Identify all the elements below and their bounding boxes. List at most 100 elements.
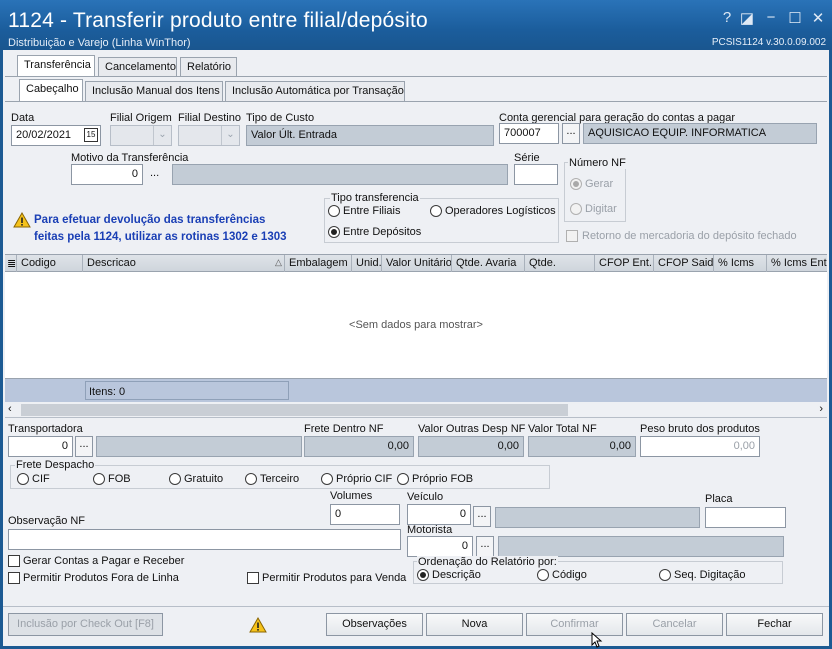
- column-chooser-icon[interactable]: ≣: [5, 255, 17, 272]
- volumes-field[interactable]: 0: [330, 504, 400, 525]
- checkout-button[interactable]: Inclusão por Check Out [F8]: [8, 613, 163, 636]
- frete-fob-label: FOB: [108, 473, 131, 485]
- digitar-label: Digitar: [585, 203, 617, 215]
- conta-code-field[interactable]: 700007: [499, 123, 559, 144]
- frete-gratuito-radio[interactable]: [169, 473, 181, 485]
- peso-bruto-field[interactable]: 0,00: [640, 436, 760, 457]
- calendar-icon[interactable]: 15: [84, 128, 98, 142]
- warning-icon: [249, 617, 267, 633]
- nova-button[interactable]: Nova: [426, 613, 523, 636]
- frete-cif-radio[interactable]: [17, 473, 29, 485]
- frete-terceiro-radio[interactable]: [245, 473, 257, 485]
- volumes-label: Volumes: [330, 490, 373, 502]
- scroll-right-icon[interactable]: ›: [819, 403, 823, 415]
- ordenacao-descricao-radio[interactable]: [417, 569, 429, 581]
- motorista-lookup-button[interactable]: ...: [476, 536, 494, 557]
- data-field[interactable]: 20/02/2021 15: [11, 125, 101, 146]
- motorista-field[interactable]: 0: [407, 536, 473, 557]
- motorista-label: Motorista: [407, 524, 453, 536]
- veiculo-label: Veículo: [407, 491, 444, 503]
- window-subtitle: Distribuição e Varejo (Linha WinThor): [8, 37, 191, 49]
- help-icon[interactable]: ?: [718, 9, 736, 26]
- filial-destino-select[interactable]: ⌄: [178, 125, 240, 146]
- tab-cancelamento[interactable]: Cancelamento: [98, 57, 177, 77]
- filial-origem-select[interactable]: ⌄: [110, 125, 172, 146]
- column-icms-ent[interactable]: % Icms Ent: [767, 255, 827, 272]
- grid-footer: Itens: 0: [5, 378, 827, 402]
- frete-fob-radio[interactable]: [93, 473, 105, 485]
- tab-inclusao-manual[interactable]: Inclusão Manual dos Itens: [85, 81, 223, 101]
- column-unid[interactable]: Unid.: [352, 255, 382, 272]
- column-cfop-said[interactable]: CFOP Said.: [654, 255, 714, 272]
- scroll-left-icon[interactable]: ‹: [8, 403, 12, 415]
- entre-filiais-radio[interactable]: [328, 205, 340, 217]
- permitir-fora-linha-checkbox[interactable]: [8, 572, 20, 584]
- outras-desp-field: 0,00: [418, 436, 524, 457]
- horizontal-scrollbar[interactable]: ‹ ›: [5, 402, 827, 418]
- digitar-radio[interactable]: [570, 203, 582, 215]
- transportadora-lookup-button[interactable]: ...: [75, 436, 93, 457]
- window-title: 1124 - Transferir produto entre filial/d…: [8, 9, 428, 32]
- ordenacao-codigo-radio[interactable]: [537, 569, 549, 581]
- close-icon[interactable]: ✕: [809, 9, 827, 27]
- tab-inclusao-automatica[interactable]: Inclusão Automática por Transação: [225, 81, 405, 101]
- motivo-field[interactable]: 0: [71, 164, 143, 185]
- tab-relatorio[interactable]: Relatório: [180, 57, 237, 77]
- observacoes-button[interactable]: Observações: [326, 613, 423, 636]
- tab-cabecalho[interactable]: Cabeçalho: [19, 79, 83, 101]
- observacao-field[interactable]: [8, 529, 401, 550]
- items-count: Itens: 0: [85, 381, 289, 400]
- gerar-radio[interactable]: [570, 178, 582, 190]
- fechar-button[interactable]: Fechar: [726, 613, 823, 636]
- tipo-transferencia-label: Tipo transferencia: [330, 192, 420, 204]
- frete-proprio-fob-radio[interactable]: [397, 473, 409, 485]
- motivo-desc-field: [172, 164, 508, 185]
- gerar-label: Gerar: [585, 178, 614, 190]
- veiculo-lookup-button[interactable]: ...: [473, 506, 491, 527]
- data-value: 20/02/2021: [16, 129, 72, 141]
- grid-body[interactable]: <Sem dados para mostrar>: [5, 272, 827, 378]
- ordenacao-descricao-label: Descrição: [432, 569, 481, 581]
- restore-layout-icon[interactable]: ◪: [738, 9, 756, 27]
- maximize-icon[interactable]: ☐: [786, 9, 804, 27]
- scrollbar-thumb[interactable]: [21, 404, 568, 416]
- entre-depositos-radio[interactable]: [328, 226, 340, 238]
- column-embalagem[interactable]: Embalagem: [285, 255, 352, 272]
- veiculo-desc-field: [495, 507, 700, 528]
- motivo-lookup-button[interactable]: ...: [150, 167, 159, 179]
- placa-label: Placa: [705, 493, 733, 505]
- placa-field[interactable]: [705, 507, 786, 528]
- cancelar-button[interactable]: Cancelar: [626, 613, 723, 636]
- confirmar-button[interactable]: Confirmar: [526, 613, 623, 636]
- column-codigo[interactable]: Codigo: [17, 255, 83, 272]
- column-descricao[interactable]: Descricao: [83, 255, 285, 272]
- tipo-custo-field[interactable]: Valor Últ. Entrada: [246, 125, 494, 146]
- permitir-venda-checkbox[interactable]: [247, 572, 259, 584]
- column-qtde[interactable]: Qtde.: [525, 255, 595, 272]
- filial-origem-label: Filial Origem: [110, 112, 172, 124]
- permitir-fora-linha-label: Permitir Produtos Fora de Linha: [23, 572, 179, 584]
- veiculo-field[interactable]: 0: [407, 504, 471, 525]
- retorno-deposito-checkbox[interactable]: [566, 230, 578, 242]
- column-qtde-avaria[interactable]: Qtde. Avaria: [452, 255, 525, 272]
- serie-field[interactable]: [514, 164, 558, 185]
- ordenacao-seq-radio[interactable]: [659, 569, 671, 581]
- column-cfop-ent[interactable]: CFOP Ent.: [595, 255, 654, 272]
- conta-lookup-button[interactable]: ...: [562, 123, 580, 144]
- transportadora-field[interactable]: 0: [8, 436, 73, 457]
- sort-asc-icon: △: [275, 257, 282, 267]
- column-valor-unitario[interactable]: Valor Unitário: [382, 255, 452, 272]
- frete-proprio-fob-label: Próprio FOB: [412, 473, 474, 485]
- transportadora-label: Transportadora: [8, 423, 83, 435]
- ordenacao-label: Ordenação do Relatório por:: [417, 556, 558, 568]
- outras-desp-label: Valor Outras Desp NF: [418, 423, 526, 435]
- gerar-contas-checkbox[interactable]: [8, 555, 20, 567]
- mouse-cursor-icon: [591, 632, 603, 648]
- frete-despacho-label: Frete Despacho: [15, 459, 96, 471]
- column-icms[interactable]: % Icms: [714, 255, 767, 272]
- minimize-icon[interactable]: −: [762, 9, 780, 26]
- ordenacao-codigo-label: Código: [552, 569, 587, 581]
- frete-proprio-cif-radio[interactable]: [321, 473, 333, 485]
- tab-transferencia[interactable]: Transferência: [17, 55, 95, 77]
- operadores-logisticos-radio[interactable]: [430, 205, 442, 217]
